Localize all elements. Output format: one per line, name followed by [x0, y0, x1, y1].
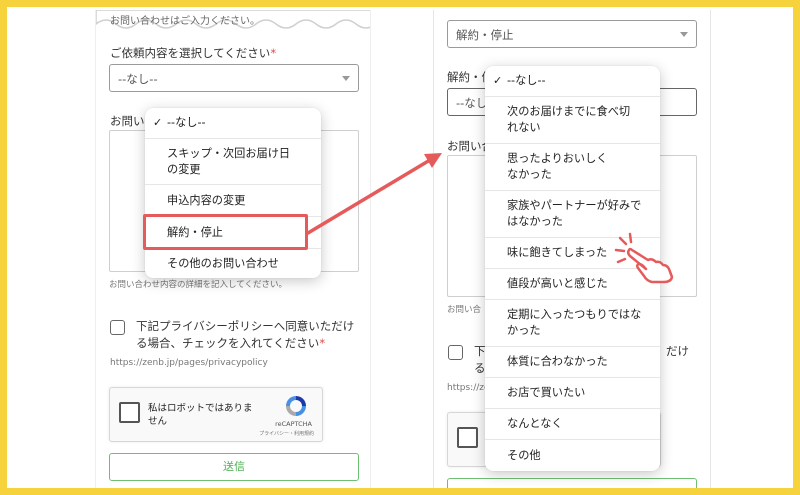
recaptcha-logo-icon — [286, 396, 306, 416]
recaptcha-checkbox[interactable] — [457, 427, 478, 448]
reason-option-none[interactable]: ✓ --なし-- — [485, 66, 660, 96]
privacy-checkbox[interactable] — [448, 345, 463, 360]
reason-option-not-tasty[interactable]: 思ったよりおいしくなかった — [485, 143, 660, 190]
reason-option-no-reason[interactable]: なんとなく — [485, 408, 660, 439]
check-icon: ✓ — [153, 116, 163, 129]
textarea-help: お問い合 — [447, 305, 482, 315]
privacy-text-partial: 下 — [474, 344, 486, 358]
dropdown-option-skip[interactable]: スキップ・次回お届け日の変更 — [145, 138, 321, 184]
privacy-text-partial-2: る — [474, 361, 486, 375]
caret-down-icon — [342, 76, 350, 81]
reason-option-store[interactable]: お店で買いたい — [485, 377, 660, 408]
reason-option-unintended[interactable]: 定期に入ったつもりではなかった — [485, 299, 660, 346]
submit-button[interactable]: 送信 — [109, 453, 359, 481]
cut-off-text: お問い合わせはご入力ください。 — [110, 16, 260, 27]
recaptcha-checkbox[interactable] — [119, 402, 140, 423]
privacy-checkbox[interactable] — [110, 320, 125, 335]
privacy-consent-text: 下記プライバシーポリシーへ同意いただけ る場合、チェックを入れてください* — [136, 319, 355, 350]
request-select-filled[interactable]: 解約・停止 — [447, 20, 697, 48]
request-label: ご依頼内容を選択してください* — [110, 46, 277, 60]
reason-option-constitution[interactable]: 体質に合わなかった — [485, 346, 660, 377]
reason-option-too-much[interactable]: 次のお届けまでに食べ切れない — [485, 96, 660, 143]
privacy-url[interactable]: https://zenb.jp/pages/privacypolicy — [110, 358, 268, 368]
dropdown-option-none[interactable]: ✓ --なし-- — [145, 108, 321, 138]
pointing-hand-icon — [614, 232, 674, 284]
recaptcha-links[interactable]: プライバシー・利用規約 — [259, 430, 314, 437]
textarea-help: お問い合わせ内容の詳細を記入してください。 — [109, 280, 287, 290]
reason-option-family[interactable]: 家族やパートナーが好みではなかった — [485, 190, 660, 237]
request-select[interactable]: --なし-- — [109, 64, 359, 92]
left-dropdown-menu: ✓ --なし-- スキップ・次回お届け日の変更 申込内容の変更 解約・停止 その… — [145, 108, 321, 278]
privacy-text-partial-end: だけ — [666, 344, 689, 358]
caret-down-icon — [680, 32, 688, 37]
check-icon: ✓ — [493, 74, 503, 87]
submit-button[interactable] — [447, 478, 697, 488]
recaptcha-brand: reCAPTCHA — [275, 420, 312, 428]
reason-option-other[interactable]: その他 — [485, 439, 660, 471]
recaptcha-text: 私はロボットではありません — [148, 403, 253, 427]
highlight-box — [143, 214, 308, 250]
dropdown-option-change[interactable]: 申込内容の変更 — [145, 184, 321, 216]
recaptcha-widget: 私はロボットではありません reCAPTCHA プライバシー・利用規約 — [109, 387, 323, 442]
dropdown-option-other[interactable]: その他のお問い合わせ — [145, 248, 321, 278]
privacy-url[interactable]: https://ze — [447, 383, 490, 393]
